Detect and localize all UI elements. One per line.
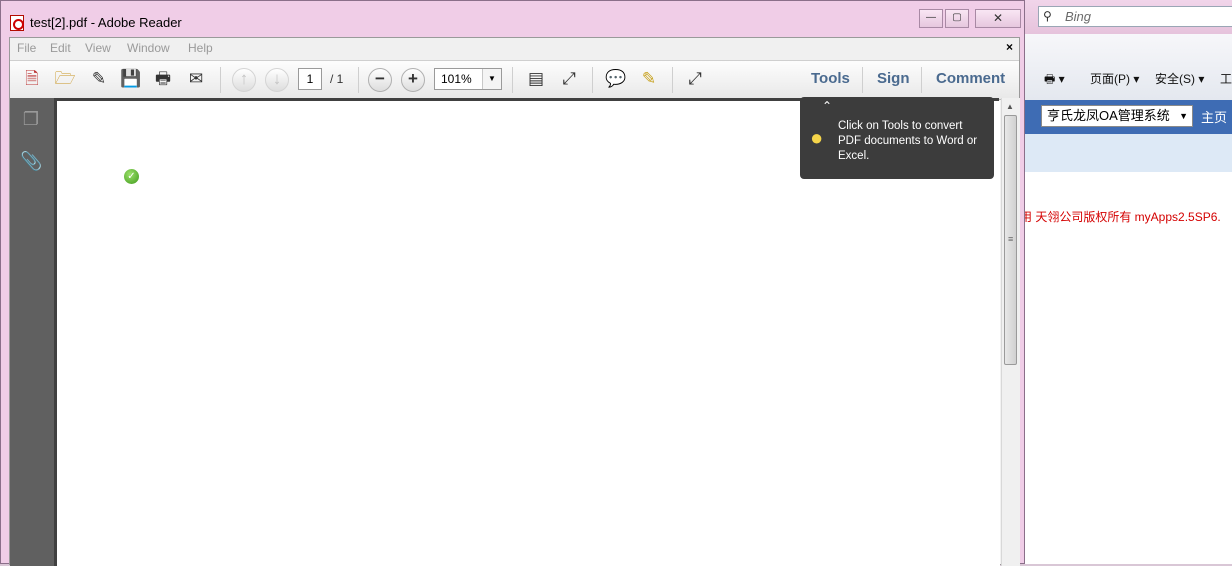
tools-pane-button[interactable]: Tools (811, 70, 850, 87)
grip-icon: ≡ (1008, 234, 1014, 244)
highlight-text-icon[interactable]: ✎ (637, 67, 661, 91)
full-screen-icon[interactable]: ⤢ (683, 67, 707, 91)
page-total: / 1 (330, 72, 344, 86)
reader-client-area: File Edit View Window Help × 🗎 🗁 ✎ 💾 🖶 ✉… (9, 37, 1020, 566)
sticky-note-icon[interactable]: 💬 (604, 67, 628, 91)
minimize-button[interactable]: — (919, 9, 943, 28)
menu-bar: File Edit View Window Help × (10, 38, 1019, 60)
site-subheader (1025, 134, 1232, 172)
toolbar-separator (512, 67, 513, 93)
menu-view[interactable]: View (85, 41, 111, 55)
chevron-down-icon: ▼ (1179, 111, 1188, 121)
tools-menu-partial[interactable]: 工 (1220, 70, 1232, 87)
search-placeholder: Bing (1065, 9, 1092, 24)
menu-window[interactable]: Window (127, 41, 170, 55)
window-title: test[2].pdf - Adobe Reader (30, 15, 182, 30)
open-file-icon[interactable]: 🗁 (53, 67, 77, 91)
menu-edit[interactable]: Edit (50, 41, 71, 55)
toolbar-separator (921, 67, 922, 93)
sign-pane-button[interactable]: Sign (877, 70, 910, 87)
fit-page-icon[interactable]: ▤ (524, 67, 548, 91)
toolbar-separator (220, 67, 221, 93)
search-icon: ⚲ (1043, 9, 1052, 23)
chevron-down-icon[interactable]: ▼ (482, 69, 501, 89)
toolbar-separator (358, 67, 359, 93)
document-view[interactable]: ✓ ⌃ ● Click on Tools to convert PDF docu… (54, 97, 1000, 566)
save-icon[interactable]: 💾 (119, 67, 143, 91)
toolbar-separator (592, 67, 593, 93)
home-link[interactable]: 主页 (1201, 107, 1227, 126)
tooltip-text: Click on Tools to convert PDF documents … (838, 120, 978, 162)
email-icon[interactable]: ✉ (184, 67, 208, 91)
system-select-value: 亨氏龙凤OA管理系统 (1047, 108, 1170, 123)
next-page-icon[interactable]: ↓ (265, 68, 289, 92)
previous-page-icon[interactable]: ↑ (232, 68, 256, 92)
page-menu[interactable]: 页面(P) ▾ (1090, 70, 1139, 87)
pdf-file-icon (10, 15, 24, 31)
safety-menu[interactable]: 安全(S) ▾ (1155, 70, 1204, 87)
print-icon[interactable]: 🖶 (151, 67, 175, 91)
print-button[interactable]: 🖶 ▾ (1044, 70, 1065, 91)
comment-pane-button[interactable]: Comment (936, 70, 1005, 87)
scrollbar-thumb[interactable]: ≡ (1004, 115, 1017, 365)
zoom-select[interactable]: 101% ▼ (434, 68, 502, 90)
close-document-button[interactable]: × (1006, 40, 1013, 54)
main-toolbar: 🗎 🗁 ✎ 💾 🖶 ✉ ↑ ↓ 1 / 1 − + 101% ▼ ▤ ⤢ 💬 ✎ (10, 60, 1019, 100)
adobe-reader-window: test[2].pdf - Adobe Reader — ▢ ✕ File Ed… (0, 0, 1025, 566)
attachments-icon[interactable]: 📎 (20, 150, 42, 172)
menu-help[interactable]: Help (188, 41, 213, 55)
page-number-input[interactable]: 1 (298, 68, 322, 90)
create-pdf-icon[interactable]: 🗎 (20, 67, 44, 91)
zoom-value: 101% (441, 72, 472, 86)
copyright-text: 用 天翎公司版权所有 myApps2.5SP6. (1020, 210, 1221, 224)
scroll-up-icon[interactable]: ▲ (1006, 102, 1014, 111)
zoom-in-icon[interactable]: + (401, 68, 425, 92)
edit-document-icon[interactable]: ✎ (87, 67, 111, 91)
checkmark-icon: ✓ (124, 169, 139, 184)
chevron-up-icon[interactable]: ⌃ (822, 99, 832, 113)
close-button[interactable]: ✕ (975, 9, 1021, 28)
site-content (1025, 172, 1232, 564)
lightbulb-icon: ● (810, 125, 824, 150)
page-thumbnails-icon[interactable]: ❐ (20, 108, 42, 130)
navigation-pane: ❐ 📎 (10, 98, 54, 566)
window-caption-buttons: — ▢ ✕ (919, 9, 1023, 28)
menu-file[interactable]: File (17, 41, 36, 55)
vertical-scrollbar[interactable]: ▲ ≡ (1001, 98, 1020, 566)
toolbar-separator (862, 67, 863, 93)
toolbar-separator (672, 67, 673, 93)
tools-tip-popup[interactable]: ⌃ ● Click on Tools to convert PDF docume… (800, 97, 994, 179)
bing-search-box[interactable]: ⚲ Bing (1038, 6, 1232, 27)
system-select[interactable]: 亨氏龙凤OA管理系统 ▼ (1041, 105, 1193, 127)
restore-button[interactable]: ▢ (945, 9, 969, 28)
fit-width-icon[interactable]: ⤢ (557, 67, 581, 91)
zoom-out-icon[interactable]: − (368, 68, 392, 92)
